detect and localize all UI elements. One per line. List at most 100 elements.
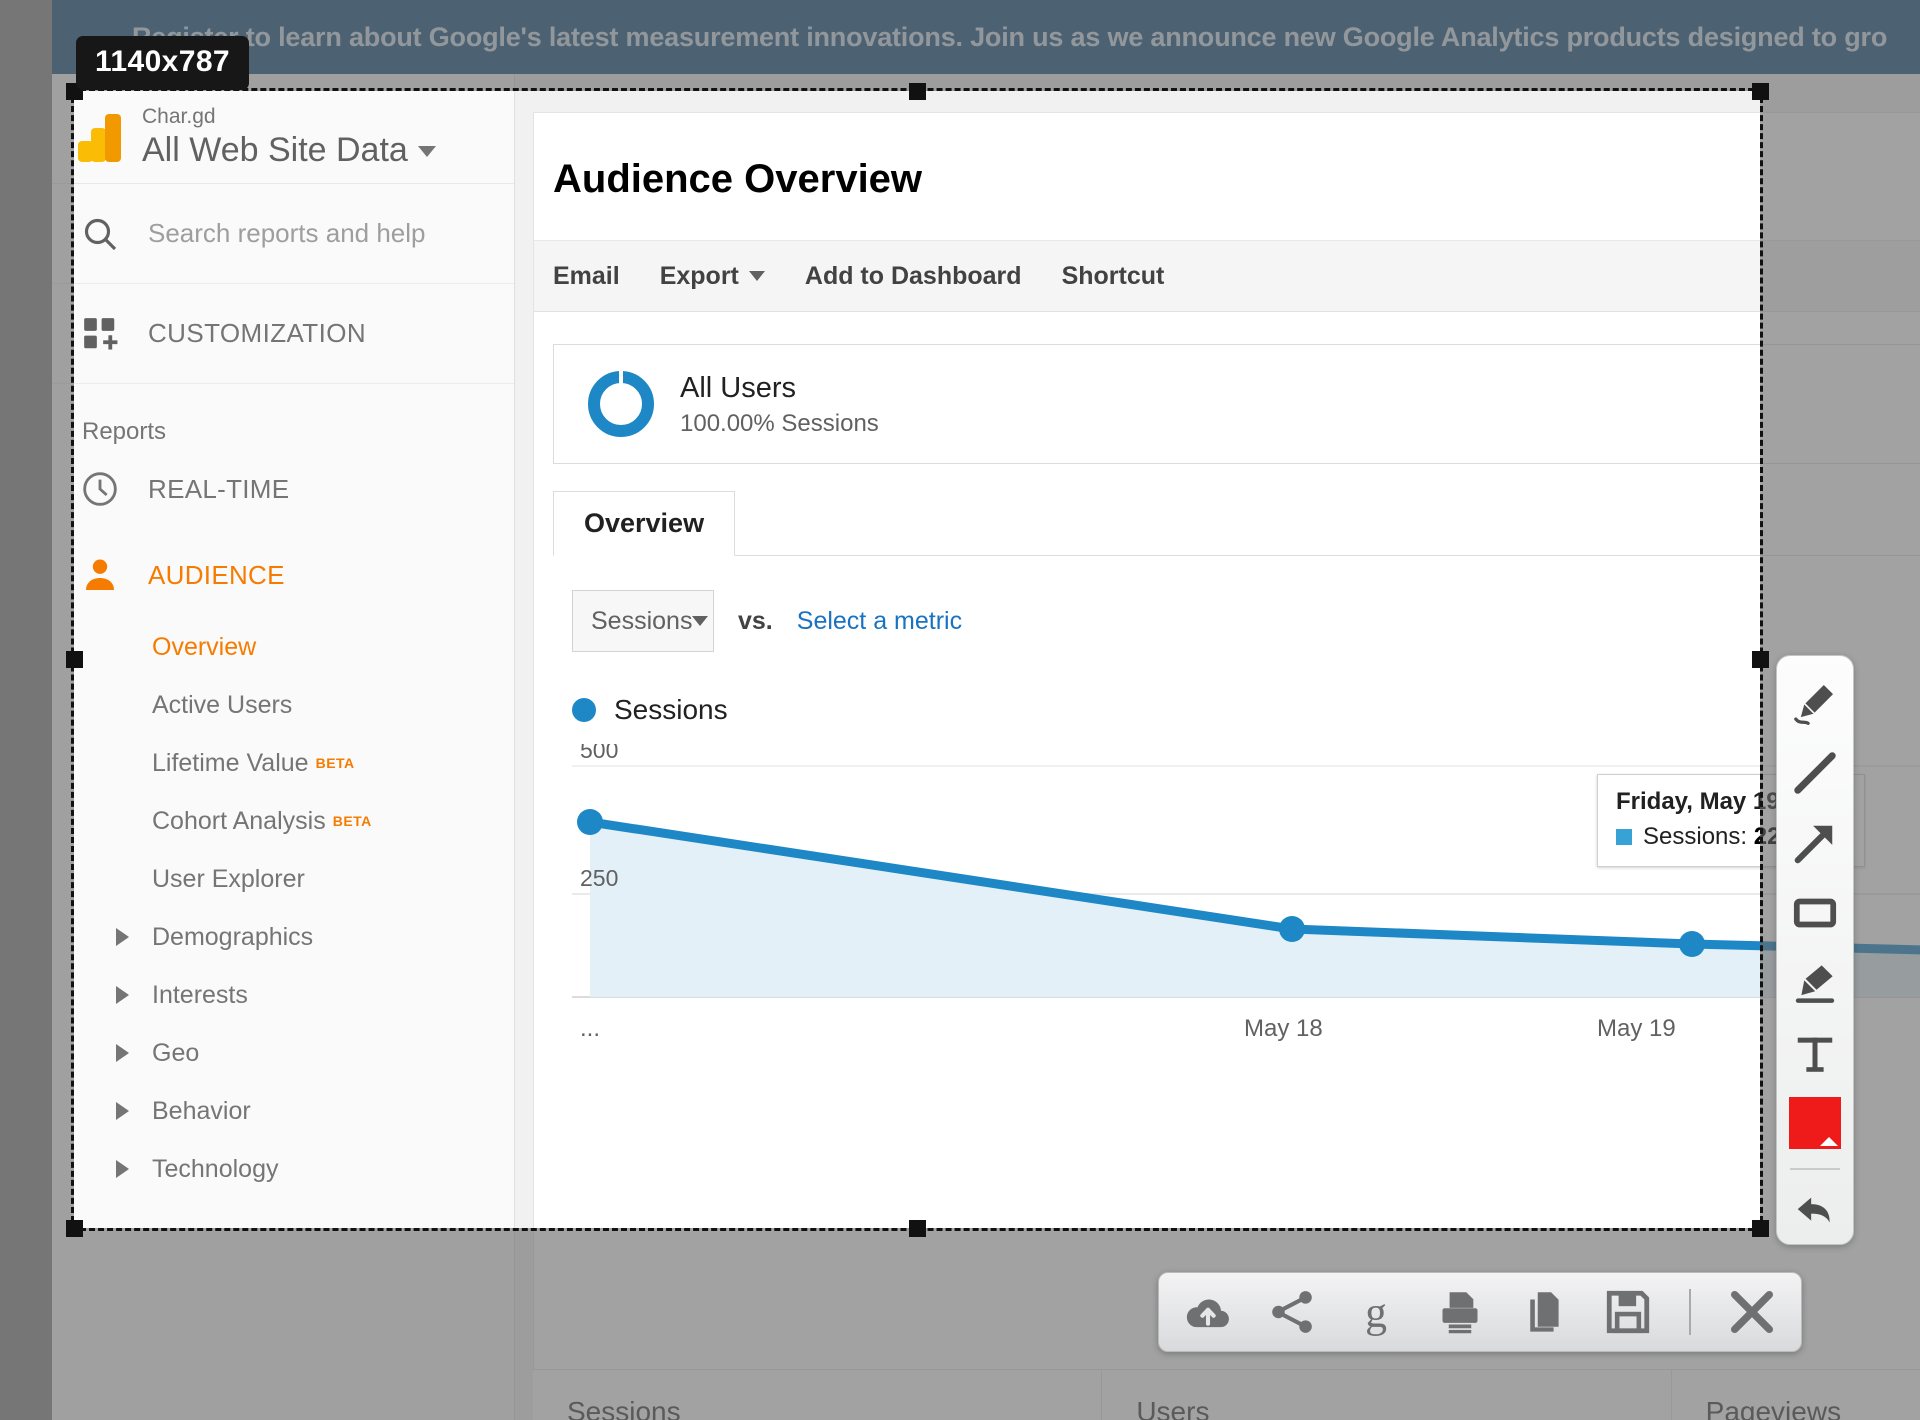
tab-bar: Overview [553, 491, 1920, 556]
sidebar-item-demographics[interactable]: Demographics [52, 908, 514, 966]
highlighter-icon [1795, 964, 1835, 1003]
selection-handle-tc[interactable] [909, 83, 926, 100]
person-icon [78, 555, 122, 595]
rectangle-icon [1793, 898, 1837, 927]
pencil-tool-button[interactable] [1782, 670, 1848, 735]
metric-select[interactable]: Sessions [572, 590, 714, 652]
shortcut-button[interactable]: Shortcut [1062, 262, 1165, 291]
selection-handle-bl[interactable] [66, 1220, 83, 1237]
selection-handle-bc[interactable] [909, 1220, 926, 1237]
legend-label: Sessions [614, 694, 728, 725]
selection-handle-br[interactable] [1752, 1220, 1769, 1237]
selection-handle-tr[interactable] [1752, 83, 1769, 100]
text-icon [1797, 1037, 1833, 1072]
email-button[interactable]: Email [553, 262, 620, 291]
x-tick-may18: May 18 [1244, 1015, 1323, 1042]
sidebar-item-label: User Explorer [152, 864, 305, 893]
google-analytics-logo-icon [78, 113, 124, 162]
y-tick-250: 250 [580, 865, 618, 891]
save-button[interactable] [1599, 1283, 1657, 1341]
sidebar-item-cohort-analysis[interactable]: Cohort Analysis BETA [52, 792, 514, 850]
selection-size-badge: 1140x787 [76, 36, 250, 90]
sidebar-item-technology[interactable]: Technology [52, 1140, 514, 1198]
search-icon [78, 214, 122, 254]
selection-handle-mr[interactable] [1752, 651, 1769, 668]
print-button[interactable] [1431, 1283, 1489, 1341]
color-swatch-icon [1789, 1096, 1841, 1149]
page-title: Audience Overview [553, 157, 923, 201]
metric-select-value: Sessions [591, 606, 693, 635]
copy-button[interactable] [1515, 1283, 1573, 1341]
shortcut-label: Shortcut [1061, 261, 1165, 290]
print-icon [1442, 1292, 1478, 1334]
share-button[interactable] [1263, 1283, 1321, 1341]
sidebar-item-label: REAL-TIME [148, 473, 290, 504]
sidebar-item-label: CUSTOMIZATION [148, 318, 367, 348]
highlighter-tool-button[interactable] [1782, 950, 1848, 1015]
undo-icon [1797, 1198, 1830, 1223]
svg-text:g: g [1365, 1289, 1387, 1337]
segment-sub: 100.00% Sessions [680, 410, 879, 438]
toolbar-divider [1790, 1168, 1840, 1170]
upload-to-cloud-button[interactable] [1179, 1283, 1237, 1341]
google-g-icon: g [1365, 1289, 1387, 1337]
main-content: + Ad Audience Overview Email Export Add … [515, 74, 1920, 1420]
arrow-icon [1794, 825, 1833, 863]
segment-card[interactable]: All Users 100.00% Sessions [553, 344, 1920, 464]
sidebar-item-overview[interactable]: Overview [52, 618, 514, 676]
rectangle-tool-button[interactable] [1782, 880, 1848, 945]
segment-name: All Users [680, 371, 797, 404]
sidebar-item-label: Active Users [152, 690, 293, 719]
sidebar-item-label: Overview [152, 632, 257, 661]
sidebar-item-customization[interactable]: CUSTOMIZATION [52, 284, 514, 384]
sidebar-item-lifetime-value[interactable]: Lifetime Value BETA [52, 734, 514, 792]
sidebar-item-real-time[interactable]: REAL-TIME [52, 446, 514, 532]
report-card: Audience Overview Email Export Add to Da… [533, 112, 1920, 1372]
expand-triangle-icon [116, 1160, 129, 1178]
export-label: Export [659, 261, 739, 290]
segment-donut-icon [588, 371, 654, 437]
search-input[interactable]: Search reports and help [52, 184, 514, 284]
chevron-down-icon [692, 616, 709, 626]
sidebar-item-audience[interactable]: AUDIENCE [52, 532, 514, 618]
clock-icon [78, 469, 122, 509]
tooltip-metric-label: Sessions: [1643, 823, 1748, 850]
text-tool-button[interactable] [1782, 1020, 1848, 1085]
x-tick-ellipsis: ... [580, 1015, 600, 1042]
select-a-metric-link[interactable]: Select a metric [797, 607, 962, 636]
legend-color-dot [572, 698, 596, 722]
expand-triangle-icon [116, 986, 129, 1004]
tooltip-color-square-icon [1616, 829, 1632, 845]
view-name-row[interactable]: All Web Site Data [142, 131, 436, 170]
sidebar: Char.gd All Web Site Data Search reports… [52, 74, 515, 1420]
sidebar-item-interests[interactable]: Interests [52, 966, 514, 1024]
sidebar-item-label: Geo [152, 1038, 200, 1067]
email-label: Email [553, 261, 620, 290]
report-action-bar: Email Export Add to Dashboard Shortcut [534, 240, 1920, 312]
arrow-tool-button[interactable] [1782, 810, 1848, 875]
sessions-line-chart[interactable]: 500 250 ... May 18 May 19 Friday, May 19… [572, 744, 1920, 1044]
sidebar-item-active-users[interactable]: Active Users [52, 676, 514, 734]
close-button[interactable] [1723, 1283, 1781, 1341]
sidebar-item-behavior[interactable]: Behavior [52, 1082, 514, 1140]
add-to-dashboard-button[interactable]: Add to Dashboard [805, 262, 1022, 291]
color-picker-button[interactable] [1782, 1090, 1848, 1155]
annotation-toolbar [1776, 655, 1854, 1245]
sidebar-item-label: Cohort Analysis [152, 806, 326, 835]
line-tool-button[interactable] [1782, 740, 1848, 805]
action-bar-divider [1689, 1289, 1691, 1335]
close-icon [1730, 1290, 1774, 1334]
selection-handle-ml[interactable] [66, 651, 83, 668]
google-search-button[interactable]: g [1347, 1283, 1405, 1341]
tab-overview[interactable]: Overview [553, 491, 736, 556]
sidebar-item-geo[interactable]: Geo [52, 1024, 514, 1082]
expand-triangle-icon [116, 1044, 129, 1062]
undo-button[interactable] [1782, 1179, 1848, 1244]
copy-icon [1530, 1292, 1559, 1332]
screenshot-root: Char.gd All Web Site Data Search reports… [0, 0, 1920, 1420]
account-name: Char.gd [142, 105, 216, 129]
search-placeholder: Search reports and help [148, 218, 426, 248]
view-name: All Web Site Data [142, 131, 408, 170]
export-button[interactable]: Export [660, 262, 765, 291]
sidebar-item-user-explorer[interactable]: User Explorer [52, 850, 514, 908]
